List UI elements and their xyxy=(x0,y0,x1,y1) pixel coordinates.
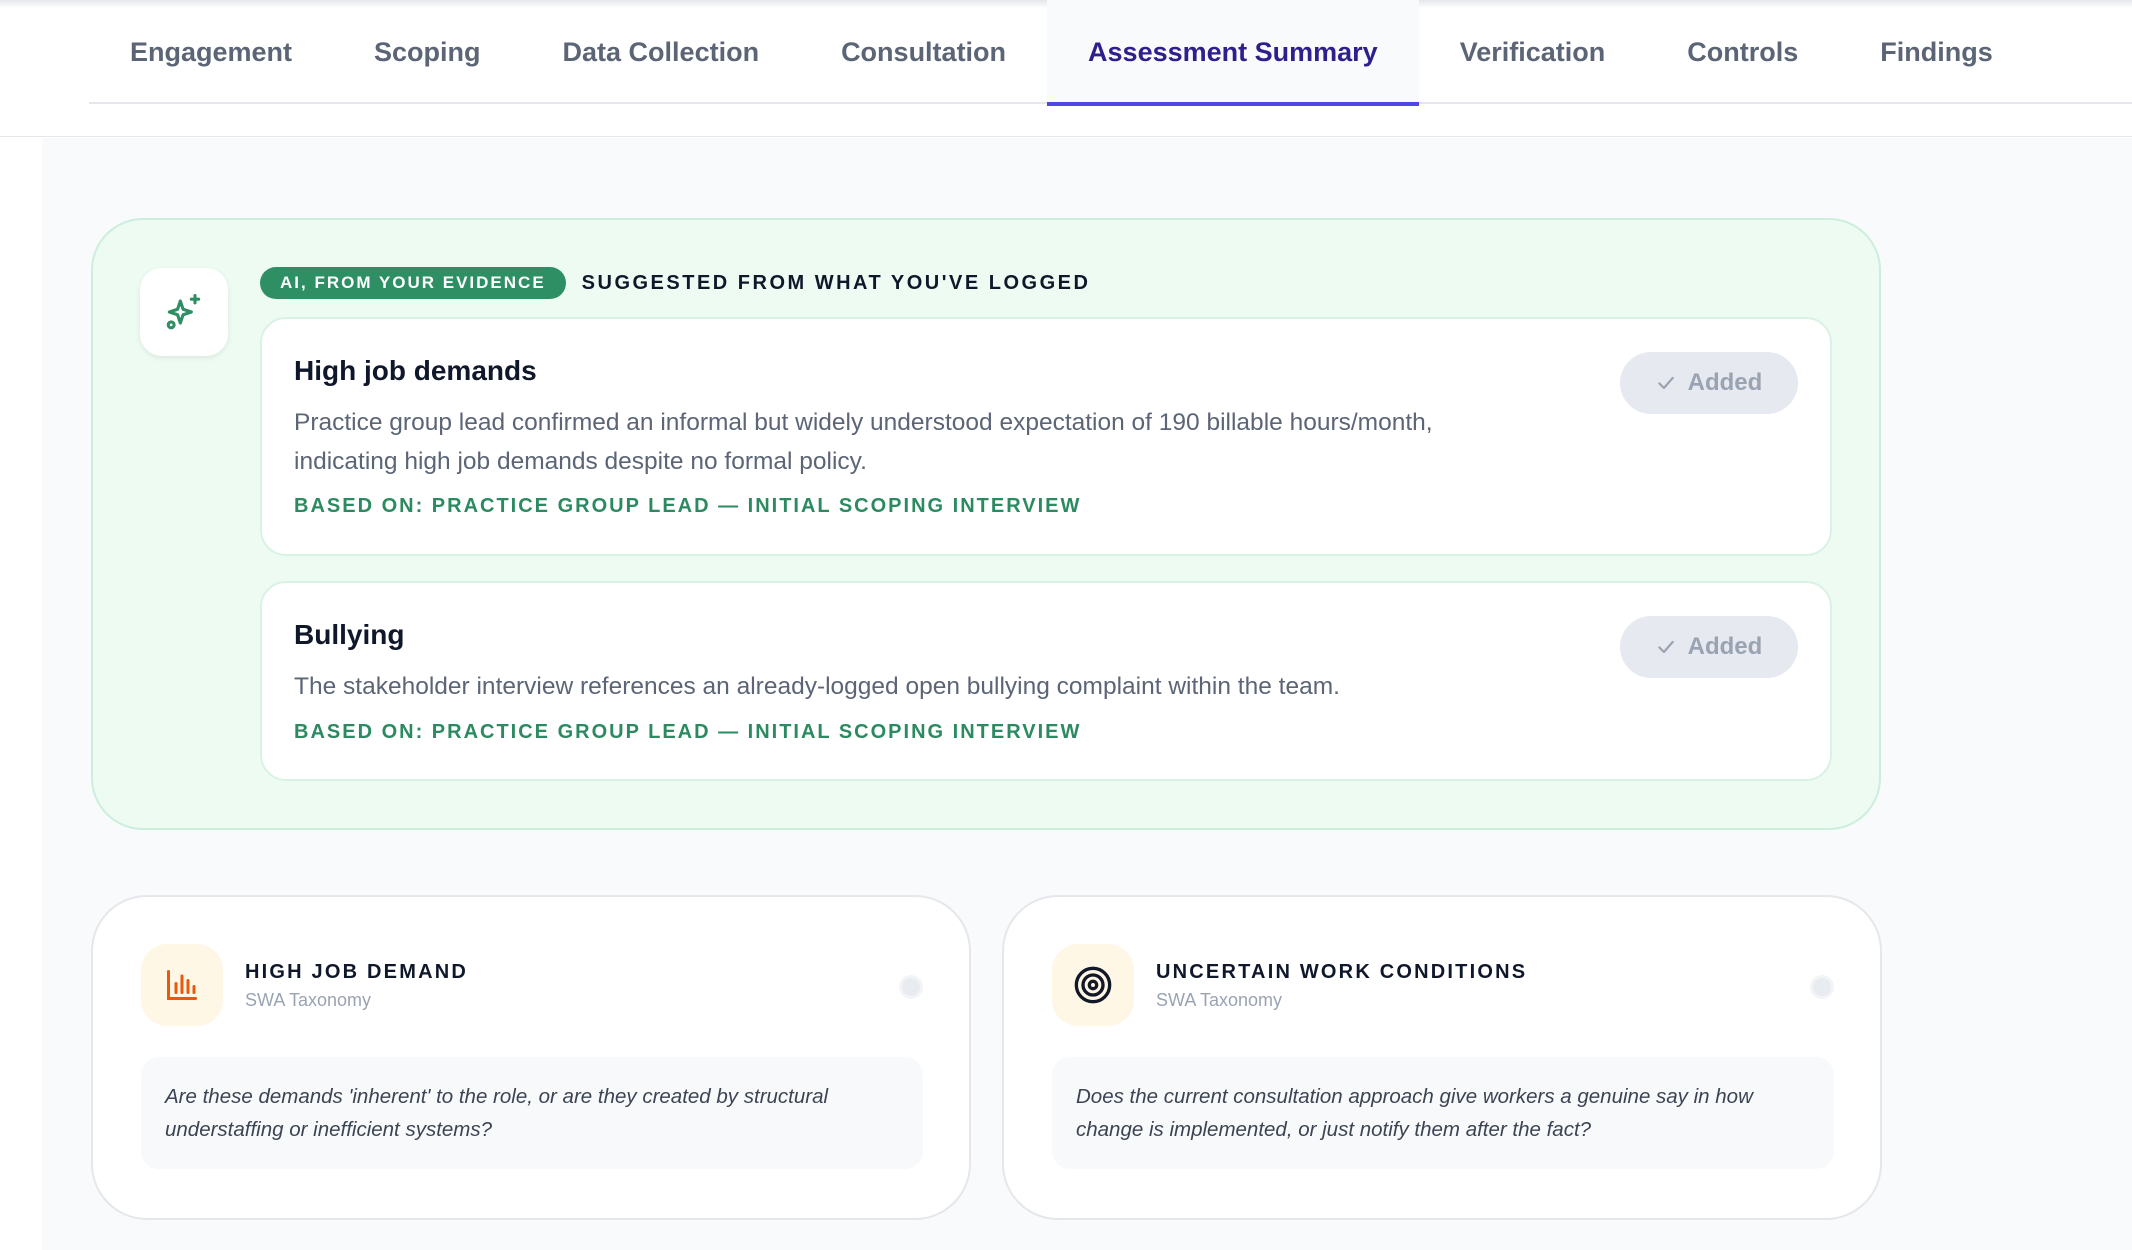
tab-assessment-summary[interactable]: Assessment Summary xyxy=(1047,0,1419,106)
category-title: HIGH JOB DEMAND xyxy=(245,961,469,983)
tab-scoping[interactable]: Scoping xyxy=(333,0,522,104)
suggestion-basis: BASED ON: PRACTICE GROUP LEAD — INITIAL … xyxy=(294,721,1082,743)
reflection-question: Does the current consultation approach g… xyxy=(1052,1057,1834,1169)
category-subtitle: SWA Taxonomy xyxy=(1156,990,1283,1010)
added-button[interactable]: Added xyxy=(1620,616,1798,678)
hazard-card-high-job-demand[interactable]: HIGH JOB DEMAND SWA Taxonomy Are these d… xyxy=(91,895,971,1220)
category-title: UNCERTAIN WORK CONDITIONS xyxy=(1156,961,1528,983)
tab-bar: Engagement Scoping Data Collection Consu… xyxy=(89,0,2132,106)
suggestion-title: Bullying xyxy=(294,619,405,650)
ai-panel-header: AI, FROM YOUR EVIDENCE SUGGESTED FROM WH… xyxy=(260,267,1090,299)
ai-panel-heading: SUGGESTED FROM WHAT YOU'VE LOGGED xyxy=(581,271,1091,294)
suggestion-basis: BASED ON: PRACTICE GROUP LEAD — INITIAL … xyxy=(294,495,1082,517)
sparkles-icon xyxy=(166,293,201,330)
suggestion-title: High job demands xyxy=(294,355,537,386)
reflection-question: Are these demands 'inherent' to the role… xyxy=(141,1057,923,1169)
tab-consultation[interactable]: Consultation xyxy=(800,0,1047,104)
added-button-label: Added xyxy=(1687,633,1763,660)
ai-icon-container xyxy=(140,268,228,356)
hazard-card-uncertain-work-conditions[interactable]: UNCERTAIN WORK CONDITIONS SWA Taxonomy D… xyxy=(1002,895,1882,1220)
bar-chart-icon xyxy=(167,970,197,1000)
category-icon-container xyxy=(141,944,223,1026)
target-icon xyxy=(1074,966,1112,1004)
suggestion-card: Bullying The stakeholder interview refer… xyxy=(260,581,1832,781)
check-icon xyxy=(1657,376,1674,390)
select-radio[interactable] xyxy=(899,975,923,999)
tab-engagement[interactable]: Engagement xyxy=(89,0,333,104)
added-button[interactable]: Added xyxy=(1620,352,1798,414)
tab-controls[interactable]: Controls xyxy=(1646,0,1839,104)
top-navigation: Engagement Scoping Data Collection Consu… xyxy=(0,0,2132,137)
tab-findings[interactable]: Findings xyxy=(1839,0,2033,104)
category-subtitle: SWA Taxonomy xyxy=(245,990,372,1010)
tab-verification[interactable]: Verification xyxy=(1419,0,1647,104)
suggestion-card: High job demands Practice group lead con… xyxy=(260,317,1832,556)
suggestion-description: The stakeholder interview references an … xyxy=(294,673,1340,700)
category-icon-container xyxy=(1052,944,1134,1026)
ai-evidence-badge: AI, FROM YOUR EVIDENCE xyxy=(260,267,566,299)
added-button-label: Added xyxy=(1687,369,1763,396)
suggestion-description: Practice group lead confirmed an informa… xyxy=(294,409,1433,475)
check-icon xyxy=(1657,640,1674,654)
tab-data-collection[interactable]: Data Collection xyxy=(522,0,801,104)
select-radio[interactable] xyxy=(1810,975,1834,999)
